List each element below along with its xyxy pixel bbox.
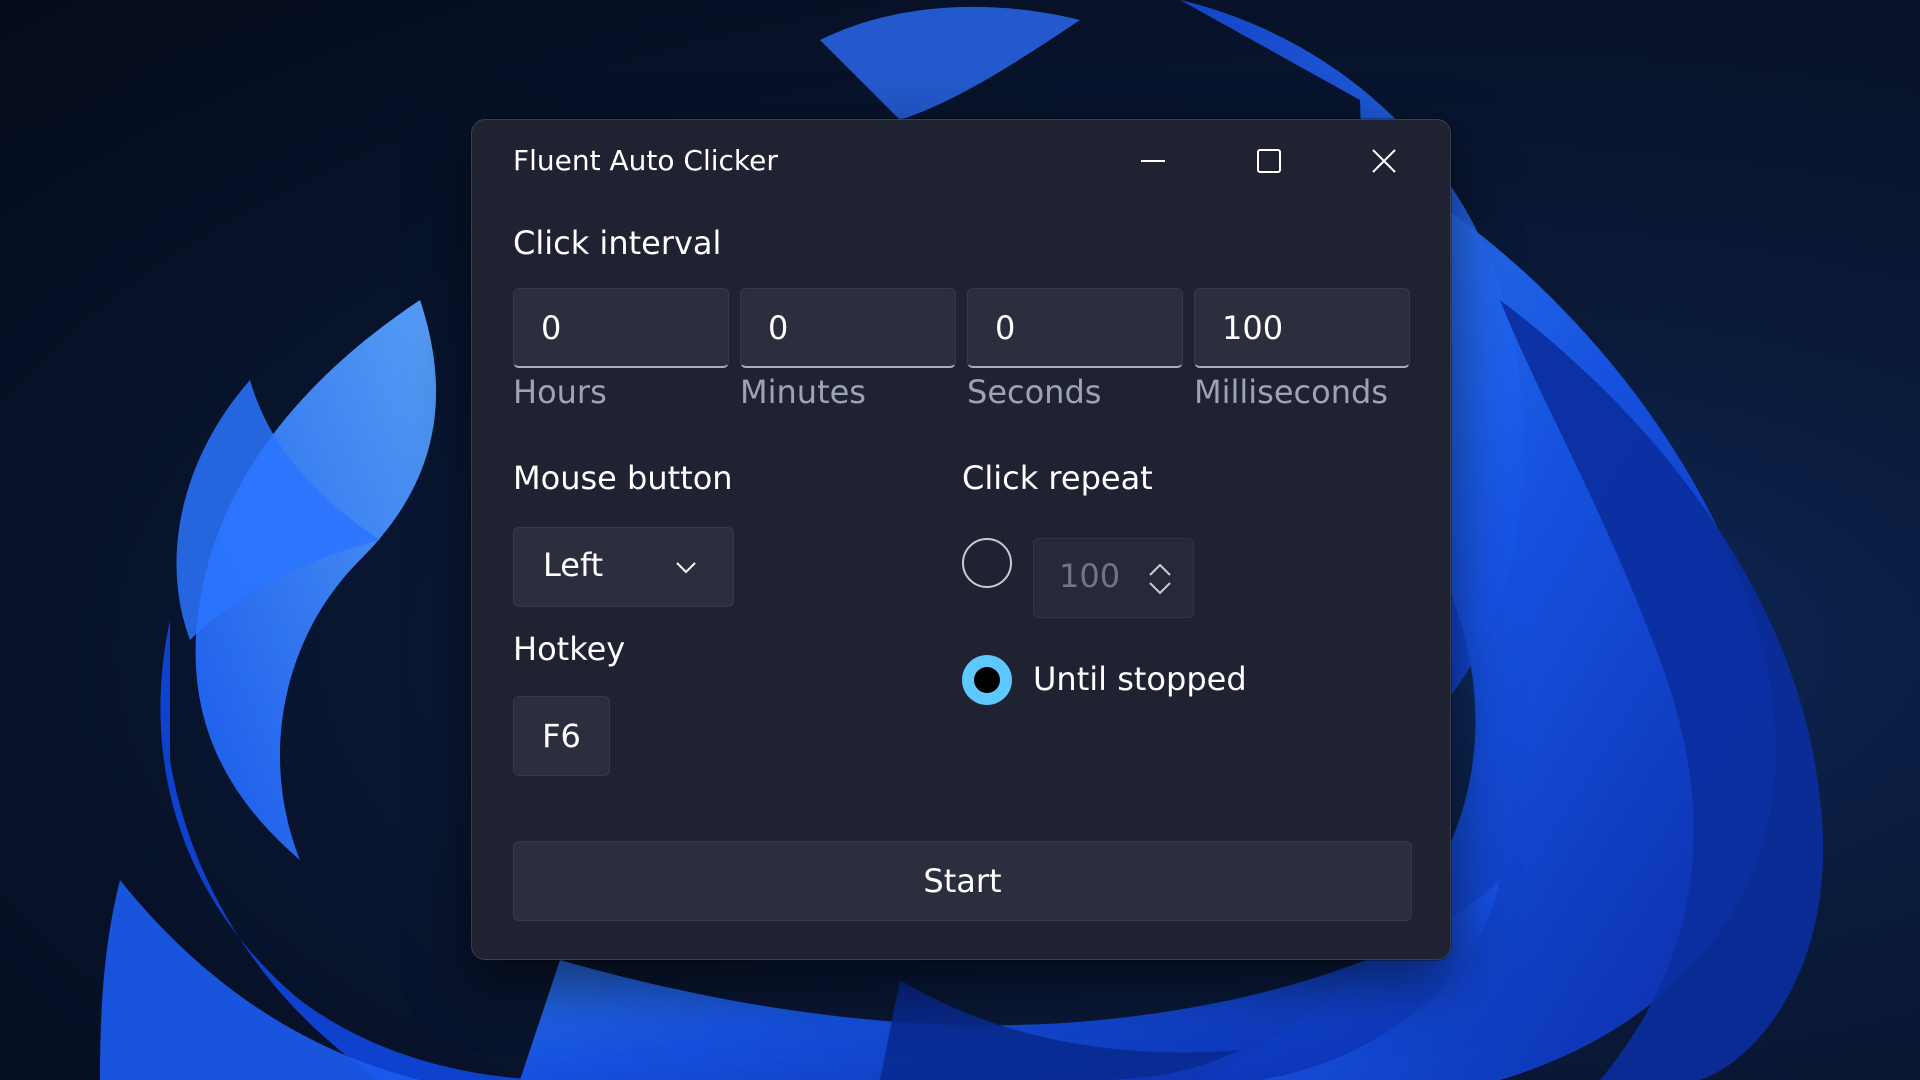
milliseconds-input[interactable]: 100: [1194, 288, 1410, 368]
minimize-button[interactable]: [1123, 136, 1183, 186]
app-window: Fluent Auto Clicker Click interval 0 0 0…: [471, 119, 1451, 960]
hours-input[interactable]: 0: [513, 288, 729, 368]
minutes-caption: Minutes: [740, 373, 866, 411]
repeat-count-radio[interactable]: [962, 538, 1012, 588]
minimize-icon: [1141, 160, 1165, 162]
hours-caption: Hours: [513, 373, 607, 411]
repeat-count-value: 100: [1059, 557, 1121, 595]
hotkey-field[interactable]: F6: [513, 696, 610, 776]
seconds-caption: Seconds: [967, 373, 1102, 411]
title-bar[interactable]: Fluent Auto Clicker: [472, 120, 1450, 202]
close-button[interactable]: [1354, 136, 1414, 186]
mouse-button-selected: Left: [543, 546, 604, 584]
repeat-count-input[interactable]: 100: [1033, 538, 1194, 618]
click-interval-label: Click interval: [513, 224, 722, 262]
click-repeat-label: Click repeat: [962, 459, 1153, 497]
mouse-button-dropdown[interactable]: Left: [513, 527, 734, 607]
hotkey-label: Hotkey: [513, 630, 626, 668]
until-stopped-label[interactable]: Until stopped: [1033, 660, 1247, 698]
seconds-input[interactable]: 0: [967, 288, 1183, 368]
until-stopped-radio[interactable]: [962, 655, 1012, 705]
mouse-button-label: Mouse button: [513, 459, 733, 497]
spinner-updown-icon[interactable]: [1147, 562, 1173, 596]
desktop: Fluent Auto Clicker Click interval 0 0 0…: [0, 0, 1920, 1080]
chevron-down-icon: [676, 562, 696, 574]
minutes-input[interactable]: 0: [740, 288, 956, 368]
maximize-button[interactable]: [1239, 136, 1299, 186]
radio-selected-dot: [974, 667, 1000, 693]
window-title: Fluent Auto Clicker: [513, 144, 778, 177]
milliseconds-caption: Milliseconds: [1194, 373, 1388, 411]
start-button[interactable]: Start: [513, 841, 1412, 921]
close-icon: [1372, 149, 1396, 173]
maximize-icon: [1257, 149, 1281, 173]
